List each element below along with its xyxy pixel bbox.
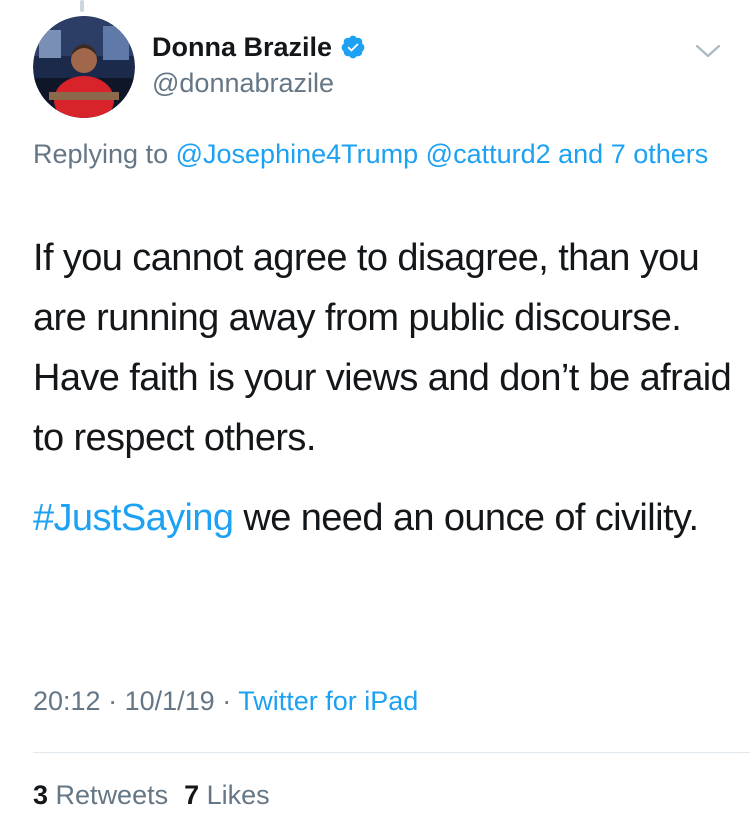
meta-separator: · bbox=[108, 686, 118, 716]
tweet-paragraph: #JustSaying we need an ounce of civility… bbox=[33, 488, 733, 548]
tweet-time[interactable]: 20:12 bbox=[33, 686, 101, 716]
divider bbox=[33, 752, 750, 753]
avatar-photo bbox=[33, 16, 135, 118]
hashtag-link[interactable]: #JustSaying bbox=[33, 497, 234, 539]
author-handle[interactable]: @donnabrazile bbox=[152, 68, 334, 99]
retweets-label: Retweets bbox=[55, 780, 169, 810]
tweet-stats: 3 Retweets 7 Likes bbox=[33, 780, 270, 811]
tweet-source-link[interactable]: Twitter for iPad bbox=[238, 686, 418, 716]
mention-link[interactable]: @Josephine4Trump bbox=[176, 139, 419, 169]
likes-stat[interactable]: 7 Likes bbox=[184, 780, 270, 810]
tweet-body: If you cannot agree to disagree, than yo… bbox=[33, 228, 733, 548]
likes-count: 7 bbox=[184, 780, 200, 810]
likes-label: Likes bbox=[206, 780, 270, 810]
tweet-paragraph-text: we need an ounce of civility. bbox=[243, 497, 699, 539]
verified-badge-icon bbox=[340, 34, 366, 60]
meta-separator: · bbox=[222, 686, 232, 716]
retweets-stat[interactable]: 3 Retweets bbox=[33, 780, 168, 810]
tweet-paragraph: If you cannot agree to disagree, than yo… bbox=[33, 237, 732, 459]
chevron-down-icon[interactable] bbox=[693, 40, 723, 62]
tweet-meta: 20:12 · 10/1/19 · Twitter for iPad bbox=[33, 686, 418, 717]
tweet-date[interactable]: 10/1/19 bbox=[125, 686, 215, 716]
author-name-row: Donna Brazile bbox=[152, 28, 366, 66]
author-display-name[interactable]: Donna Brazile bbox=[152, 32, 332, 63]
replying-to: Replying to @Josephine4Trump @catturd2 a… bbox=[33, 134, 723, 174]
retweets-count: 3 bbox=[33, 780, 49, 810]
thread-connector-line bbox=[80, 0, 84, 12]
mention-link[interactable]: @catturd2 bbox=[426, 139, 551, 169]
replying-to-prefix: Replying to bbox=[33, 139, 169, 169]
avatar[interactable] bbox=[33, 16, 135, 118]
others-link[interactable]: and 7 others bbox=[558, 139, 708, 169]
